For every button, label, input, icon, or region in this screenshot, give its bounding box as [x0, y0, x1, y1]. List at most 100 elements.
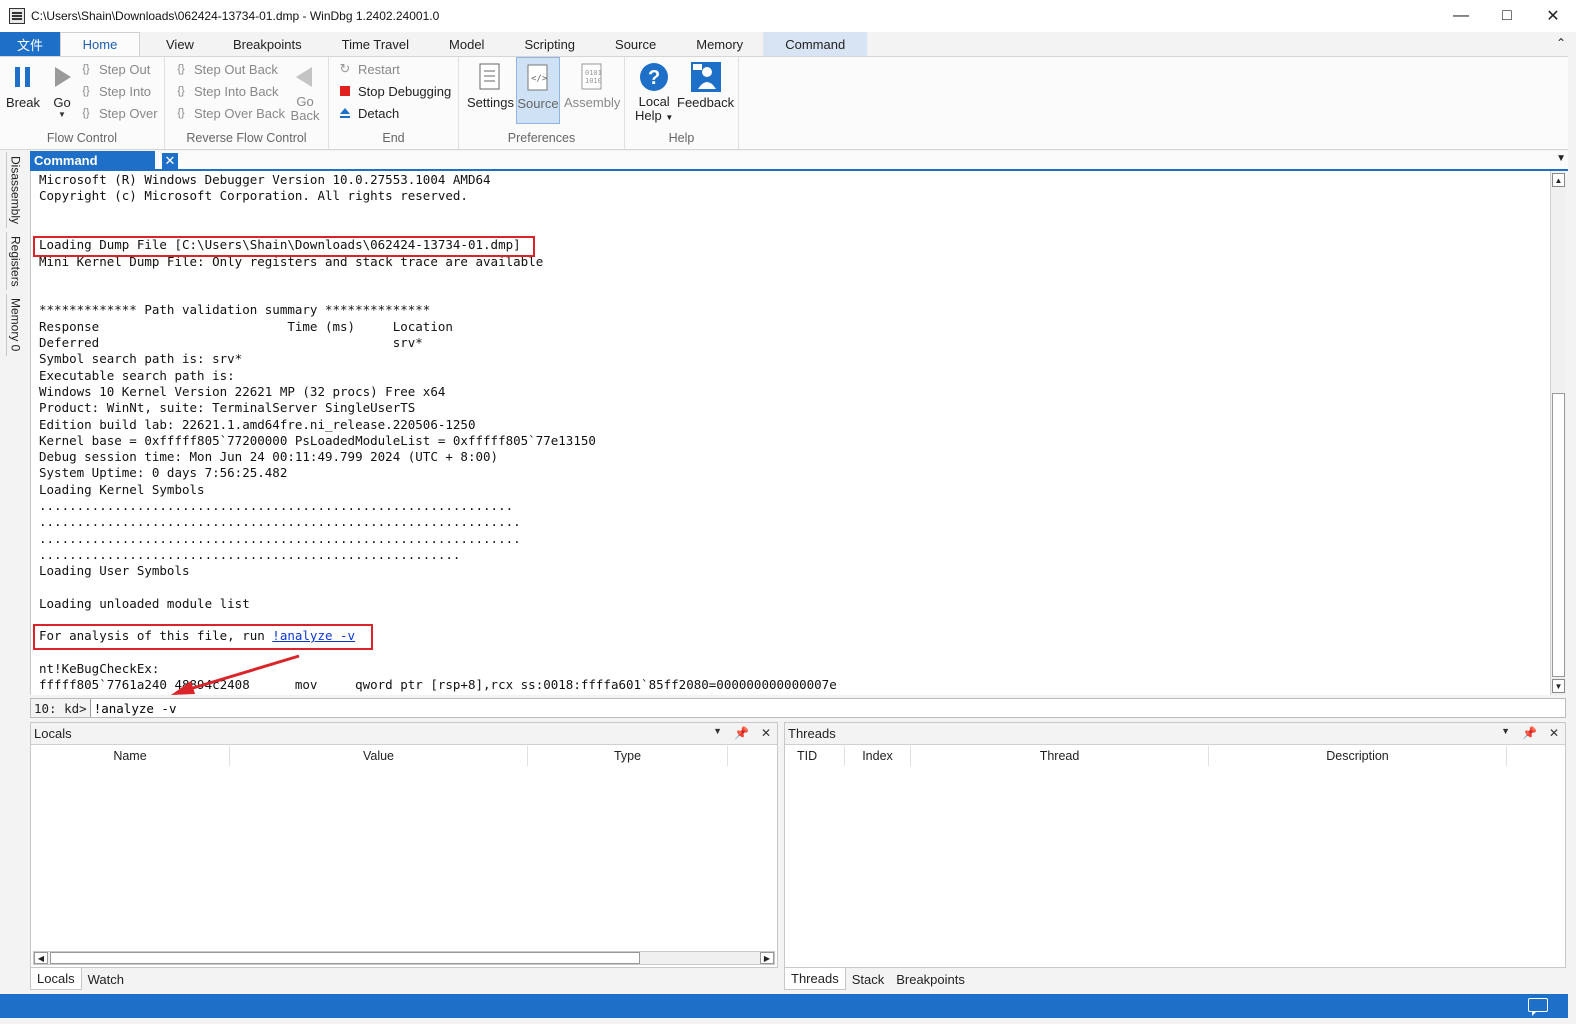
break-button[interactable]: Break — [6, 61, 40, 110]
command-tab[interactable]: Command — [30, 151, 155, 170]
feedback-button[interactable]: Feedback — [677, 61, 734, 110]
source-pref-button[interactable]: </> Source — [516, 57, 560, 124]
threads-pane-title-bar: Threads ▼ 📌 ✕ — [785, 723, 1565, 745]
side-tab-strip: Disassembly Registers Memory 0 — [4, 152, 26, 992]
source-pref-label: Source — [517, 96, 559, 111]
threads-pane: Threads ▼ 📌 ✕ TID Index Thread Descripti… — [784, 722, 1566, 968]
group-label-preferences: Preferences — [507, 131, 576, 145]
tab-command[interactable]: Command — [763, 32, 868, 56]
step-into-back-button[interactable]: {} Step Into Back — [173, 81, 278, 101]
threads-column-tid[interactable]: TID — [785, 746, 845, 766]
step-over-back-label: Step Over Back — [194, 105, 286, 121]
go-button[interactable]: Go ▼ — [46, 61, 78, 119]
threads-pin-icon[interactable]: 📌 — [1522, 726, 1537, 740]
step-out-button[interactable]: {} Step Out — [78, 59, 150, 79]
windbg-app-icon — [9, 8, 25, 24]
scroll-up-arrow-icon[interactable]: ▲ — [1552, 173, 1565, 187]
ribbon: Break Go ▼ {} Step Out {} Step Into {} S… — [0, 56, 1568, 150]
tab-time-travel[interactable]: Time Travel — [322, 32, 429, 56]
local-help-label-line1: Local — [638, 94, 670, 109]
step-over-back-button[interactable]: {} Step Over Back — [173, 103, 285, 123]
locals-pin-icon[interactable]: 📌 — [734, 726, 749, 740]
go-back-label-line2: Back — [290, 108, 320, 123]
stop-debugging-label: Stop Debugging — [358, 83, 452, 99]
feedback-person-icon — [690, 61, 722, 93]
close-window-button[interactable]: ✕ — [1530, 0, 1576, 32]
ribbon-tab-bar: 文件 Home View Breakpoints Time Travel Mod… — [0, 32, 1576, 56]
locals-column-name[interactable]: Name — [31, 746, 230, 766]
step-out-back-icon: {} — [177, 63, 185, 75]
tab-breakpoints[interactable]: Breakpoints — [213, 32, 322, 56]
locals-pane: Locals ▼ 📌 ✕ Name Value Type ◀ ▶ — [30, 722, 778, 968]
group-label-reverse-flow-control: Reverse Flow Control — [186, 131, 307, 145]
side-tab-memory-0[interactable]: Memory 0 — [6, 294, 24, 356]
chat-bubble-icon[interactable] — [1528, 998, 1548, 1016]
tab-stack[interactable]: Stack — [846, 968, 891, 990]
local-help-button[interactable]: ? Local Help ▼ — [635, 61, 673, 125]
settings-button[interactable]: Settings — [467, 61, 514, 110]
command-output: Microsoft (R) Windows Debugger Version 1… — [30, 171, 1550, 695]
command-pane-header: Command ✕ ▼ — [30, 151, 1568, 171]
threads-column-description[interactable]: Description — [1209, 746, 1507, 766]
locals-scrollbar-thumb[interactable] — [50, 952, 640, 964]
side-tab-disassembly[interactable]: Disassembly — [6, 152, 24, 228]
red-arrow-annotation — [171, 654, 300, 695]
locals-horizontal-scrollbar[interactable]: ◀ ▶ — [33, 951, 775, 965]
tab-home[interactable]: Home — [60, 32, 140, 56]
tab-model[interactable]: Model — [429, 32, 504, 56]
kd-prompt: 10: kd> — [31, 699, 91, 717]
group-reverse-flow-control: {} Step Out Back {} Step Into Back {} St… — [165, 57, 329, 149]
tab-scripting[interactable]: Scripting — [504, 32, 595, 56]
minimize-button[interactable]: — — [1438, 0, 1484, 32]
group-label-flow-control: Flow Control — [46, 131, 118, 145]
local-help-label-line2: Help ▼ — [635, 109, 673, 125]
locals-pane-title: Locals — [34, 726, 72, 741]
detach-button[interactable]: Detach — [337, 103, 399, 123]
side-tab-registers[interactable]: Registers — [6, 232, 24, 290]
locals-column-type[interactable]: Type — [528, 746, 728, 766]
collapse-ribbon-icon[interactable]: ⌃ — [1556, 36, 1566, 50]
group-label-help: Help — [668, 131, 695, 145]
scroll-left-arrow-icon[interactable]: ◀ — [34, 952, 48, 964]
threads-column-index[interactable]: Index — [845, 746, 911, 766]
maximize-button[interactable]: □ — [1484, 0, 1530, 32]
step-over-button[interactable]: {} Step Over — [78, 103, 157, 123]
command-input[interactable] — [90, 699, 1565, 717]
scroll-down-arrow-icon[interactable]: ▼ — [1552, 679, 1565, 693]
tab-file[interactable]: 文件 — [0, 32, 60, 56]
window-controls: — □ ✕ — [1438, 0, 1576, 32]
step-out-back-button[interactable]: {} Step Out Back — [173, 59, 278, 79]
tab-source[interactable]: Source — [595, 32, 676, 56]
tab-locals[interactable]: Locals — [30, 968, 82, 990]
stop-debugging-button[interactable]: Stop Debugging — [337, 81, 451, 101]
step-into-back-icon: {} — [177, 85, 185, 97]
locals-close-icon[interactable]: ✕ — [761, 726, 771, 740]
detach-label: Detach — [358, 105, 400, 121]
assembly-button[interactable]: 0101 1010 Assembly — [564, 61, 620, 110]
scroll-right-arrow-icon[interactable]: ▶ — [760, 952, 774, 964]
threads-column-thread[interactable]: Thread — [911, 746, 1209, 766]
pane-menu-dropdown-icon[interactable]: ▼ — [1556, 153, 1566, 164]
step-into-icon: {} — [82, 85, 90, 97]
restart-button[interactable]: ↻ Restart — [337, 59, 400, 79]
go-label: Go — [53, 95, 71, 110]
tab-breakpoints-pane[interactable]: Breakpoints — [890, 968, 971, 990]
tab-memory[interactable]: Memory — [676, 32, 763, 56]
tab-view[interactable]: View — [140, 32, 213, 56]
locals-column-value[interactable]: Value — [230, 746, 528, 766]
threads-pane-title: Threads — [788, 726, 836, 741]
output-vertical-scrollbar[interactable]: ▲ ▼ — [1550, 171, 1566, 695]
step-into-button[interactable]: {} Step Into — [78, 81, 151, 101]
threads-close-icon[interactable]: ✕ — [1549, 726, 1559, 740]
scrollbar-thumb[interactable] — [1552, 393, 1565, 677]
window-title: C:\Users\Shain\Downloads\062424-13734-01… — [31, 9, 440, 23]
stop-icon — [337, 83, 353, 99]
threads-dropdown-icon[interactable]: ▼ — [1501, 726, 1510, 740]
command-tab-close-icon[interactable]: ✕ — [162, 153, 178, 169]
go-dropdown-icon[interactable]: ▼ — [58, 110, 66, 119]
go-back-button[interactable]: Go Back — [289, 61, 321, 123]
assembly-label: Assembly — [564, 95, 621, 110]
locals-dropdown-icon[interactable]: ▼ — [713, 726, 722, 740]
tab-threads[interactable]: Threads — [784, 968, 846, 990]
tab-watch[interactable]: Watch — [82, 968, 130, 990]
